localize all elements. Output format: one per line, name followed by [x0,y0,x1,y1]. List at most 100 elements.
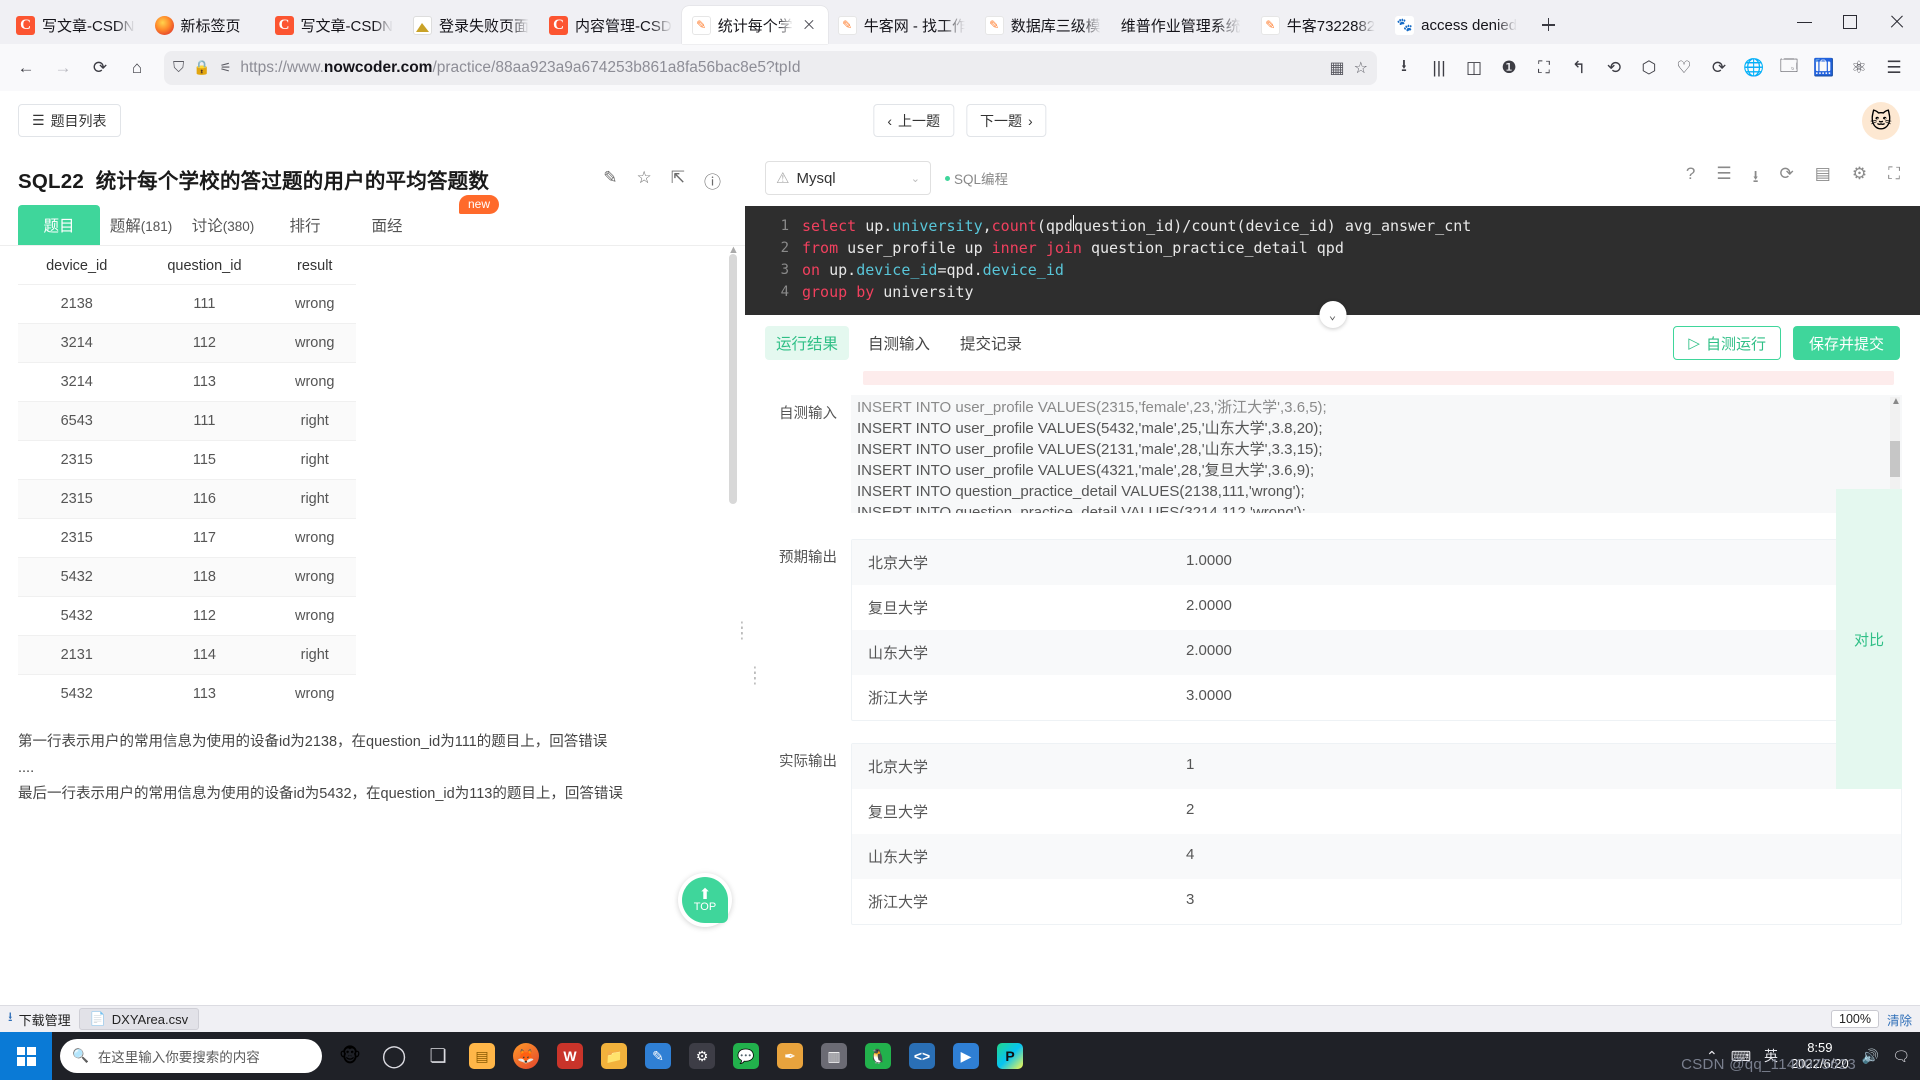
permissions-icon[interactable]: ⚟ [220,60,232,76]
wechat-icon[interactable]: 💬 [726,1036,766,1076]
layout-icon[interactable]: ▤ [1815,164,1831,193]
splitter-handle[interactable]: ⋮⋮ [734,626,745,636]
qrcode-icon[interactable]: ▦ [1330,58,1345,78]
close-icon[interactable] [800,16,818,34]
star-icon[interactable]: ☆ [637,168,652,193]
browser-tab[interactable]: ✎ 牛客7322882 [1251,6,1385,44]
circle-icon[interactable]: ◯ [374,1036,414,1076]
browser-tab[interactable]: ✎ 数据库三级模 [975,6,1111,44]
list-icon[interactable]: ☰ [1716,164,1731,193]
scrollbar-thumb[interactable] [1890,441,1900,477]
settings-icon[interactable]: ⚙ [1852,164,1867,193]
qq-icon[interactable]: 🐧 [858,1036,898,1076]
globe-icon[interactable]: 🌐 [1737,51,1771,85]
save-submit-button[interactable]: 保存并提交 [1793,326,1900,360]
sidebar-icon[interactable]: ◫ [1457,51,1491,85]
scroll-up-icon[interactable]: ▲ [1891,396,1901,407]
downloads-icon[interactable]: ⭳ [1387,51,1421,85]
bag-icon[interactable]: 🛄 [1807,51,1841,85]
browser-tab[interactable]: 登录失败页面 [403,6,539,44]
back-icon[interactable]: ← [9,51,43,85]
back-to-top-button[interactable]: ⬆ TOP [678,873,732,927]
window-icon[interactable]: 🗔 [1772,51,1806,85]
home-icon[interactable]: ⌂ [120,51,154,85]
library-icon[interactable]: ||| [1422,51,1456,85]
undo-icon[interactable]: ↰ [1562,51,1596,85]
close-window-icon[interactable] [1874,0,1920,44]
browser-tab[interactable]: C 写文章-CSDN [6,6,145,44]
tab-self-test-input[interactable]: 自测输入 [857,326,941,360]
self-test-input[interactable]: INSERT INTO user_profile VALUES(2315,'fe… [851,395,1902,513]
browser-tab[interactable]: 🐾 access denied [1385,6,1527,44]
wps-icon[interactable]: W [550,1036,590,1076]
tab-题解[interactable]: 题解(181) [100,205,182,245]
database-select[interactable]: ⚠ Mysql ⌄ [765,161,931,195]
tab-面经[interactable]: 面经 [346,205,428,245]
help-icon[interactable]: ? [1686,164,1695,193]
question-list-button[interactable]: ☰ 题目列表 [18,104,121,137]
tab-讨论[interactable]: 讨论(380) [182,205,264,245]
avatar[interactable]: 🐱 [1862,102,1900,140]
pycharm-icon[interactable]: P [990,1036,1030,1076]
right-splitter-handle[interactable]: ⋮⋮ [747,671,763,681]
browser-tab[interactable]: 维普作业管理系统 [1111,6,1251,44]
browser-tab[interactable]: 新标签页 [145,6,265,44]
edit-icon[interactable]: ✎ [603,168,617,193]
folder-icon[interactable]: 📁 [594,1036,634,1076]
share-icon[interactable]: ⇱ [671,168,685,193]
pdf-icon[interactable]: ▥ [814,1036,854,1076]
reset-icon[interactable]: ⟳ [1780,164,1794,193]
url-bar[interactable]: ⛉ 🔒 ⚟ https://www.nowcoder.com/practice/… [164,51,1377,85]
extension-icon[interactable]: ⚛ [1842,51,1876,85]
forward-icon[interactable]: → [46,51,80,85]
editor-icon[interactable]: ✎ [638,1036,678,1076]
zoom-level[interactable]: 100% [1831,1010,1879,1028]
browser-tab[interactable]: C 内容管理-CSD [539,6,682,44]
maximize-icon[interactable] [1828,0,1874,44]
settings-gear-icon[interactable]: ⚙ [682,1036,722,1076]
shield-icon[interactable]: ⛉ [173,59,184,76]
browser-tab-active[interactable]: ✎ 统计每个学 [682,6,828,44]
download-icon[interactable]: ⭳ [1753,164,1759,193]
vscode-icon[interactable]: <> [902,1036,942,1076]
firefox-icon[interactable]: 🦊 [506,1036,546,1076]
download-manager[interactable]: ⭳ 下载管理 [8,1008,71,1030]
minimize-icon[interactable] [1782,0,1828,44]
crop-icon[interactable]: ⛶ [1527,51,1561,85]
scrollbar-thumb[interactable] [729,254,737,504]
volume-icon[interactable]: 🔊 [1862,1048,1879,1065]
note-icon[interactable]: ✒ [770,1036,810,1076]
fullscreen-icon[interactable]: ⛶ [1888,164,1900,193]
tab-排行[interactable]: 排行 [264,205,346,245]
menu-icon[interactable]: ☰ [1877,51,1911,85]
info-badge-icon[interactable]: ❶ [1492,51,1526,85]
sync-icon[interactable]: ⟳ [1702,51,1736,85]
start-button[interactable] [0,1032,52,1080]
browser-tab[interactable]: C 写文章-CSDN [265,6,404,44]
next-question-button[interactable]: 下一题 › [966,104,1047,137]
shield-outline-icon[interactable]: ⬡ [1632,51,1666,85]
download-item[interactable]: 📄 DXYArea.csv [79,1008,200,1030]
run-test-button[interactable]: ▷ 自测运行 [1673,326,1781,360]
reload-icon[interactable]: ⟳ [83,51,117,85]
sql-code-editor[interactable]: 1select up.university,count(qpdquestion_… [745,206,1920,315]
heart-icon[interactable]: ♡ [1667,51,1701,85]
info-icon[interactable]: ⓘ [704,168,721,193]
toolbar-icons: ⭳ ||| ◫ ❶ ⛶ ↰ ⟲ ⬡ ♡ ⟳ 🌐 🗔 🛄 ⚛ ☰ [1387,51,1911,85]
tab-题目[interactable]: 题目 [18,205,100,245]
browser-tab[interactable]: ✎ 牛客网 - 找工作 [828,6,975,44]
search-refresh-icon[interactable]: ⟲ [1597,51,1631,85]
prev-question-button[interactable]: ‹ 上一题 [873,104,954,137]
task-view-icon[interactable]: ❏ [418,1036,458,1076]
tab-submit-records[interactable]: 提交记录 [949,326,1033,360]
file-explorer-icon[interactable]: ▤ [462,1036,502,1076]
clear-downloads-button[interactable]: 清除 [1887,1010,1912,1029]
new-tab-button[interactable] [1531,8,1565,42]
media-player-icon[interactable]: ▶ [946,1036,986,1076]
notifications-icon[interactable]: 🗨 [1892,1048,1910,1065]
compare-button[interactable]: 对比 [1836,489,1902,789]
cortana-icon[interactable]: 🐵 [330,1036,370,1076]
bookmark-star-icon[interactable]: ☆ [1354,58,1368,78]
search-input[interactable]: 🔍 在这里输入你要搜索的内容 [60,1039,322,1073]
tab-run-result[interactable]: 运行结果 [765,326,849,360]
